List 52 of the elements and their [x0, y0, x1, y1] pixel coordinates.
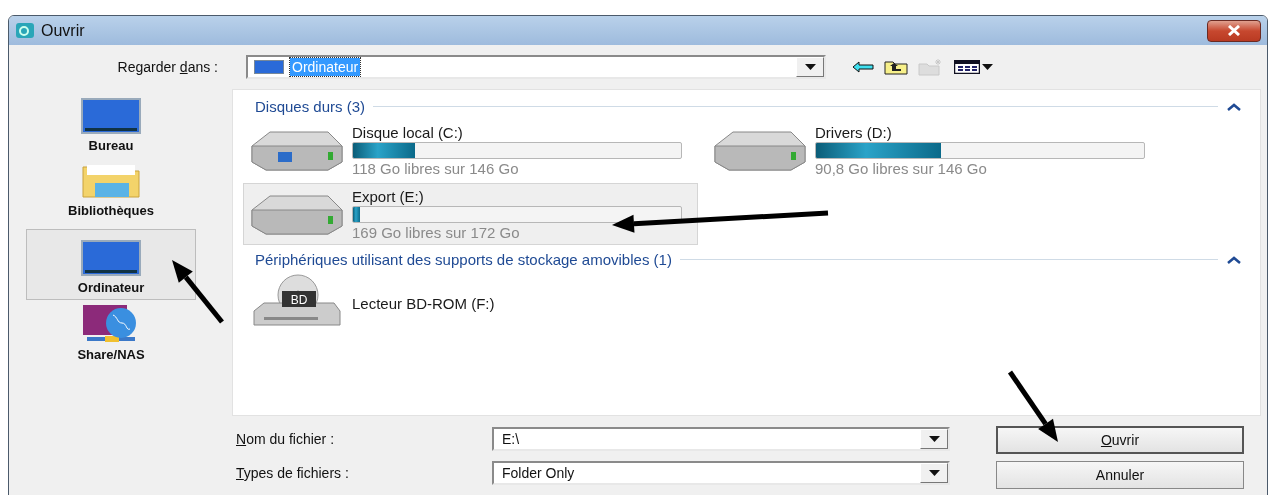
look-in-value: Ordinateur: [290, 58, 361, 76]
back-button[interactable]: [852, 61, 874, 73]
close-icon: [1227, 25, 1241, 36]
drive-item[interactable]: Export (E:) 169 Go libres sur 172 Go: [243, 183, 698, 245]
sidebar-item[interactable]: Share/NAS: [26, 300, 196, 367]
drive-name: Lecteur BD-ROM (F:): [352, 294, 495, 312]
collapse-chevron-icon[interactable]: [1226, 254, 1242, 265]
drive-name: Disque local (C:): [352, 123, 464, 141]
caret-icon: [982, 64, 993, 70]
new-folder-icon: [918, 58, 944, 76]
dropdown-button[interactable]: [920, 429, 948, 449]
dropdown-arrow-icon: [804, 64, 816, 70]
drive-name: Export (E:): [352, 187, 425, 205]
sidebar-item[interactable]: Ordinateur: [26, 229, 196, 300]
annotation-arrow: [1007, 370, 1058, 442]
annotation-arrow: [172, 260, 224, 324]
back-arrow-icon: [852, 61, 874, 73]
view-menu-button[interactable]: [954, 60, 993, 74]
group-header: Disques durs (3): [255, 98, 366, 115]
up-folder-button[interactable]: [884, 59, 908, 75]
free-space-text: 90,8 Go libres sur 146 Go: [815, 159, 988, 177]
file-name-label: Nom du fichier :: [235, 431, 336, 447]
dropdown-arrow-icon: [928, 470, 940, 476]
monitor-icon: [254, 60, 284, 74]
folder-up-icon: [884, 59, 908, 75]
group-header: Périphériques utilisant des supports de stockage amovibles (1): [255, 251, 672, 268]
close-button[interactable]: [1207, 19, 1261, 42]
sidebar-item[interactable]: Bureau: [26, 95, 196, 158]
drive-item[interactable]: BD Lecteur BD-ROM (F:): [243, 272, 698, 334]
free-space-text: 118 Go libres sur 146 Go: [352, 159, 520, 177]
app-icon: [15, 22, 35, 39]
monitor-icon: [81, 98, 141, 134]
monitor-icon: [81, 240, 141, 276]
sidebar-item[interactable]: Bibliothèques: [26, 158, 196, 223]
dropdown-arrow-icon: [928, 436, 940, 442]
cancel-button[interactable]: Annuler: [996, 460, 1244, 489]
drive-name: Drivers (D:): [815, 123, 893, 141]
dropdown-button[interactable]: [796, 57, 824, 77]
window-title: Ouvrir: [41, 21, 86, 40]
collapse-chevron-icon[interactable]: [1226, 101, 1242, 112]
look-in-label: Regarder dans :: [117, 59, 218, 75]
file-name-field[interactable]: E:\: [492, 427, 950, 451]
drive-item[interactable]: Drivers (D:) 90,8 Go libres sur 146 Go: [706, 119, 1161, 181]
file-name-value: E:\: [501, 430, 521, 448]
file-type-dropdown[interactable]: Folder Only: [492, 461, 950, 485]
open-button[interactable]: Ouvrir: [996, 425, 1244, 454]
file-type-label: Types de fichiers :: [235, 465, 350, 481]
file-type-value: Folder Only: [501, 464, 576, 482]
dropdown-button[interactable]: [920, 463, 948, 483]
free-space-text: 169 Go libres sur 172 Go: [352, 223, 521, 241]
drive-item[interactable]: Disque local (C:) 118 Go libres sur 146 Go: [243, 119, 698, 181]
list-view-icon: [954, 60, 980, 74]
